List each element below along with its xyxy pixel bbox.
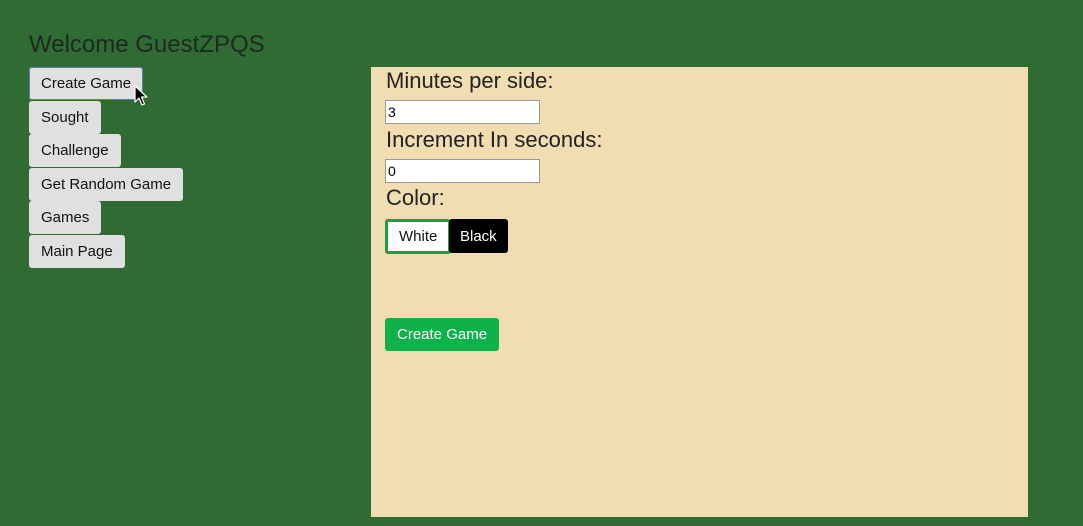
create-game-submit-button[interactable]: Create Game (385, 318, 500, 351)
minutes-label: Minutes per side: (386, 68, 554, 93)
welcome-heading: Welcome GuestZPQS (29, 31, 265, 58)
nav-create-game-button[interactable]: Create Game (29, 67, 144, 100)
color-white-button[interactable]: White (385, 219, 452, 254)
color-black-button[interactable]: Black (449, 219, 508, 253)
nav-get-random-game-button[interactable]: Get Random Game (29, 167, 184, 201)
nav-main-page-button[interactable]: Main Page (29, 234, 125, 268)
nav-games-button[interactable]: Games (29, 201, 102, 234)
nav-sought-button[interactable]: Sought (29, 100, 101, 134)
mouse-cursor-icon (134, 85, 148, 106)
increment-input[interactable] (385, 159, 540, 183)
increment-label: Increment In seconds: (386, 127, 603, 152)
create-game-panel: Minutes per side: Increment In seconds: … (371, 67, 1028, 517)
sidebar-nav: Create Game Sought Challenge Get Random … (29, 67, 184, 268)
nav-challenge-button[interactable]: Challenge (29, 134, 121, 167)
color-label: Color: (386, 185, 445, 210)
minutes-input[interactable] (385, 100, 540, 124)
